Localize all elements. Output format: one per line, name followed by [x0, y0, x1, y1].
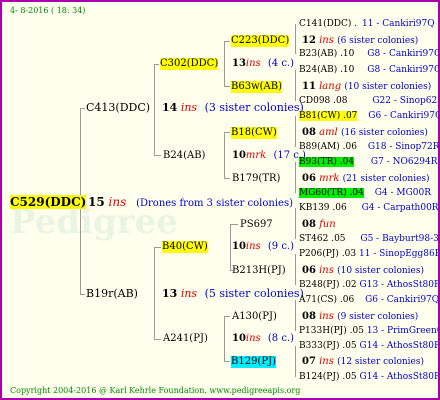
grandparent-4-line: 10ins (8 c.): [232, 333, 295, 344]
leaf-11: P206(PJ) .03 11 - SinopEgg86R: [299, 249, 440, 259]
root-note: (Drones from 3 sister colonies): [136, 198, 293, 209]
leaf-4: CD098 .08 G22 - Sinop62R: [299, 96, 440, 106]
leaf-6: B89(AM) .06 G18 - Sinop72R: [299, 142, 440, 152]
ggp-4-line: 06 mrk (21 sister colonies): [302, 173, 430, 184]
leaf-7: B93(TR) .04 G7 - NO6294R: [299, 157, 438, 167]
father-line: 14 ins (3 sister colonies): [162, 101, 304, 114]
mother-line: 13 ins (5 sister colonies): [162, 287, 304, 300]
grandparent-2: B24(AB): [163, 150, 206, 161]
ggp-3: B18(CW): [231, 127, 277, 139]
leaf-10: ST462 .05 G5 - Bayburt98-3: [299, 234, 439, 244]
leaf-9: KB139 .06 G4 - Carpath00R: [299, 203, 439, 213]
grandparent-1: C302(DDC): [160, 58, 219, 70]
root-queen: C529(DDC): [10, 195, 87, 209]
ggp-2: B63w(AB): [231, 81, 283, 93]
leaf-8: MG60(TR) .04 G4 - MG00R: [299, 188, 432, 198]
leaf-12: B248(PJ) .02 G13 - AthosSt80R: [299, 280, 440, 290]
ggp-5: PS697: [240, 219, 273, 230]
ggp-6-line: 06 ins (10 sister colonies): [302, 265, 425, 276]
pedigree-chart: 4- 8-2016 ( 18: 34) Pedigree C529(DDC) 1…: [0, 0, 440, 400]
leaf-15: B333(PJ) .05 G14 - AthosSt80R: [299, 341, 440, 351]
ggp-6: B213H(PJ): [232, 265, 286, 276]
leaf-16: B124(PJ) .05 G14 - AthosSt80R: [299, 372, 440, 382]
grandparent-3: B40(CW): [162, 241, 208, 253]
grandparent-4: A241(PJ): [163, 333, 208, 344]
leaf-5: B81(CW) .07 G6 - Cankiri97Q: [299, 111, 440, 121]
ggp-3-line: 08 aml (16 sister colonies): [302, 127, 428, 138]
grandparent-1-line: 13ins (4 c.): [232, 58, 295, 69]
ggp-8-line: 07 ins (12 sister colonies): [302, 356, 425, 367]
leaf-1: C141(DDC) . 11 - Cankiri97Q: [299, 19, 435, 29]
ggp-4: B179(TR): [232, 173, 281, 184]
leaf-14: P133H(PJ) .05 13 - PrimGreen00: [299, 326, 438, 336]
copyright-footer: Copyright 2004-2016 @ Karl Kehrle Founda…: [10, 386, 301, 395]
leaf-13: A71(CS) .06 G6 - Cankiri97Q: [299, 295, 440, 305]
ggp-7: A130(PJ): [232, 311, 277, 322]
ggp-1-line: 12 ins (6 sister colonies): [302, 35, 419, 46]
father-queen: C413(DDC): [86, 101, 151, 114]
grandparent-3-line: 10ins (9 c.): [232, 241, 295, 252]
root-year: 15: [88, 195, 105, 209]
ggp-2-line: 11 lang (10 sister colonies): [302, 81, 432, 92]
grandparent-2-line: 10mrk (17 c.): [232, 150, 306, 161]
ggp-8: B129(PJ): [231, 356, 276, 368]
ggp-1: C223(DDC): [231, 35, 290, 47]
date-stamp: 4- 8-2016 ( 18: 34): [10, 6, 86, 15]
ggp-7-line: 08 ins (9 sister colonies): [302, 311, 419, 322]
root-line: 15 ins (Drones from 3 sister colonies): [88, 195, 293, 211]
ggp-5-line: 08 fun: [302, 219, 336, 230]
mother-queen: B19r(AB): [86, 287, 138, 300]
leaf-2: B23(AB) .10 G8 - Cankiri97Q: [299, 49, 440, 59]
root-mark: ins: [108, 195, 127, 209]
leaf-3: B24(AB) .10 G8 - Cankiri97Q: [299, 65, 440, 75]
